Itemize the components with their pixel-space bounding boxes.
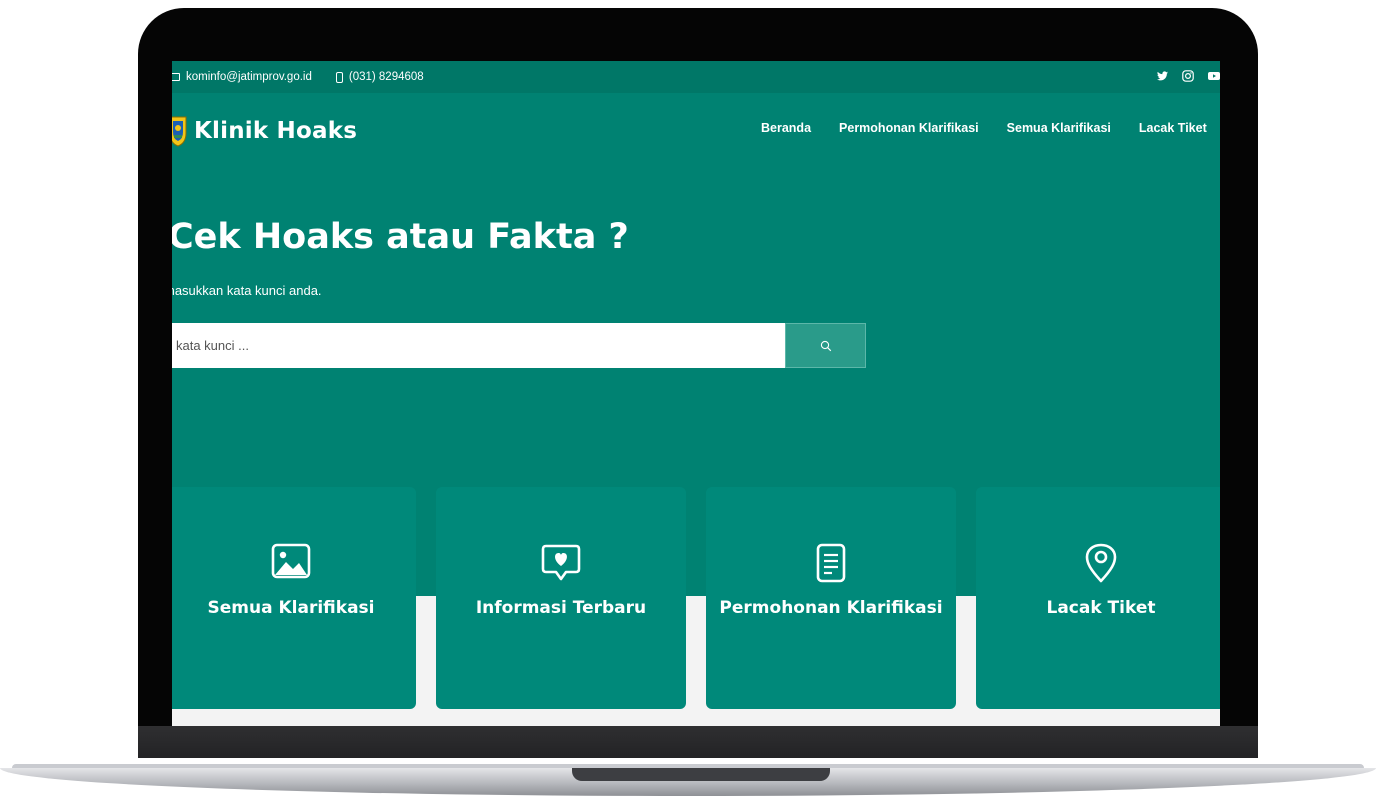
contact-email[interactable]: kominfo@jatimprov.go.id xyxy=(186,71,312,83)
main-navbar: Klinik Hoaks Beranda Permohonan Klarifik… xyxy=(172,93,1220,169)
contact-phone[interactable]: (031) 8294608 xyxy=(349,71,424,83)
brand-name: Klinik Hoaks xyxy=(194,118,358,144)
hero-title: Cek Hoaks atau Fakta ? xyxy=(172,217,629,257)
card-title: Informasi Terbaru xyxy=(475,598,647,618)
top-contact-bar: kominfo@jatimprov.go.id (031) 8294608 xyxy=(172,61,1220,93)
search-input[interactable] xyxy=(172,323,785,368)
youtube-icon[interactable] xyxy=(1208,71,1220,84)
search-icon xyxy=(820,340,831,351)
card-lacak-tiket[interactable]: Lacak Tiket xyxy=(976,487,1220,709)
card-permohonan-klarifikasi[interactable]: Permohonan Klarifikasi xyxy=(706,487,956,709)
social-links xyxy=(1157,61,1220,93)
contact-info: kominfo@jatimprov.go.id (031) 8294608 xyxy=(172,61,424,93)
laptop-hinge xyxy=(138,726,1258,758)
nav-item-semua-klarifikasi[interactable]: Semua Klarifikasi xyxy=(1007,121,1111,135)
search-button[interactable] xyxy=(785,323,866,368)
card-semua-klarifikasi[interactable]: Semua Klarifikasi xyxy=(172,487,416,709)
nav-menu: Beranda Permohonan Klarifikasi Semua Kla… xyxy=(761,121,1207,135)
twitter-icon[interactable] xyxy=(1157,70,1168,84)
quick-links: Semua Klarifikasi Informasi Terbaru Perm… xyxy=(172,487,1220,709)
phone-icon xyxy=(335,71,343,83)
brand-logo[interactable]: Klinik Hoaks xyxy=(172,115,357,147)
jatim-emblem-logo xyxy=(172,116,187,147)
nav-item-beranda[interactable]: Beranda xyxy=(761,121,811,135)
document-icon xyxy=(816,543,846,583)
image-icon xyxy=(271,543,311,579)
card-title: Lacak Tiket xyxy=(1046,598,1156,618)
nav-item-lacak-tiket[interactable]: Lacak Tiket xyxy=(1139,121,1207,135)
chat-heart-icon xyxy=(541,544,581,581)
card-informasi-terbaru[interactable]: Informasi Terbaru xyxy=(436,487,686,709)
mail-icon xyxy=(172,73,180,81)
location-pin-icon xyxy=(1085,543,1117,583)
laptop-screen: kominfo@jatimprov.go.id (031) 8294608 Kl… xyxy=(172,61,1220,726)
hero-subtitle: masukkan kata kunci anda. xyxy=(172,283,322,298)
instagram-icon[interactable] xyxy=(1182,69,1194,85)
card-title: Permohonan Klarifikasi xyxy=(719,598,943,618)
nav-item-permohonan-klarifikasi[interactable]: Permohonan Klarifikasi xyxy=(839,121,979,135)
card-title: Semua Klarifikasi xyxy=(207,598,375,618)
laptop-notch xyxy=(572,768,830,781)
